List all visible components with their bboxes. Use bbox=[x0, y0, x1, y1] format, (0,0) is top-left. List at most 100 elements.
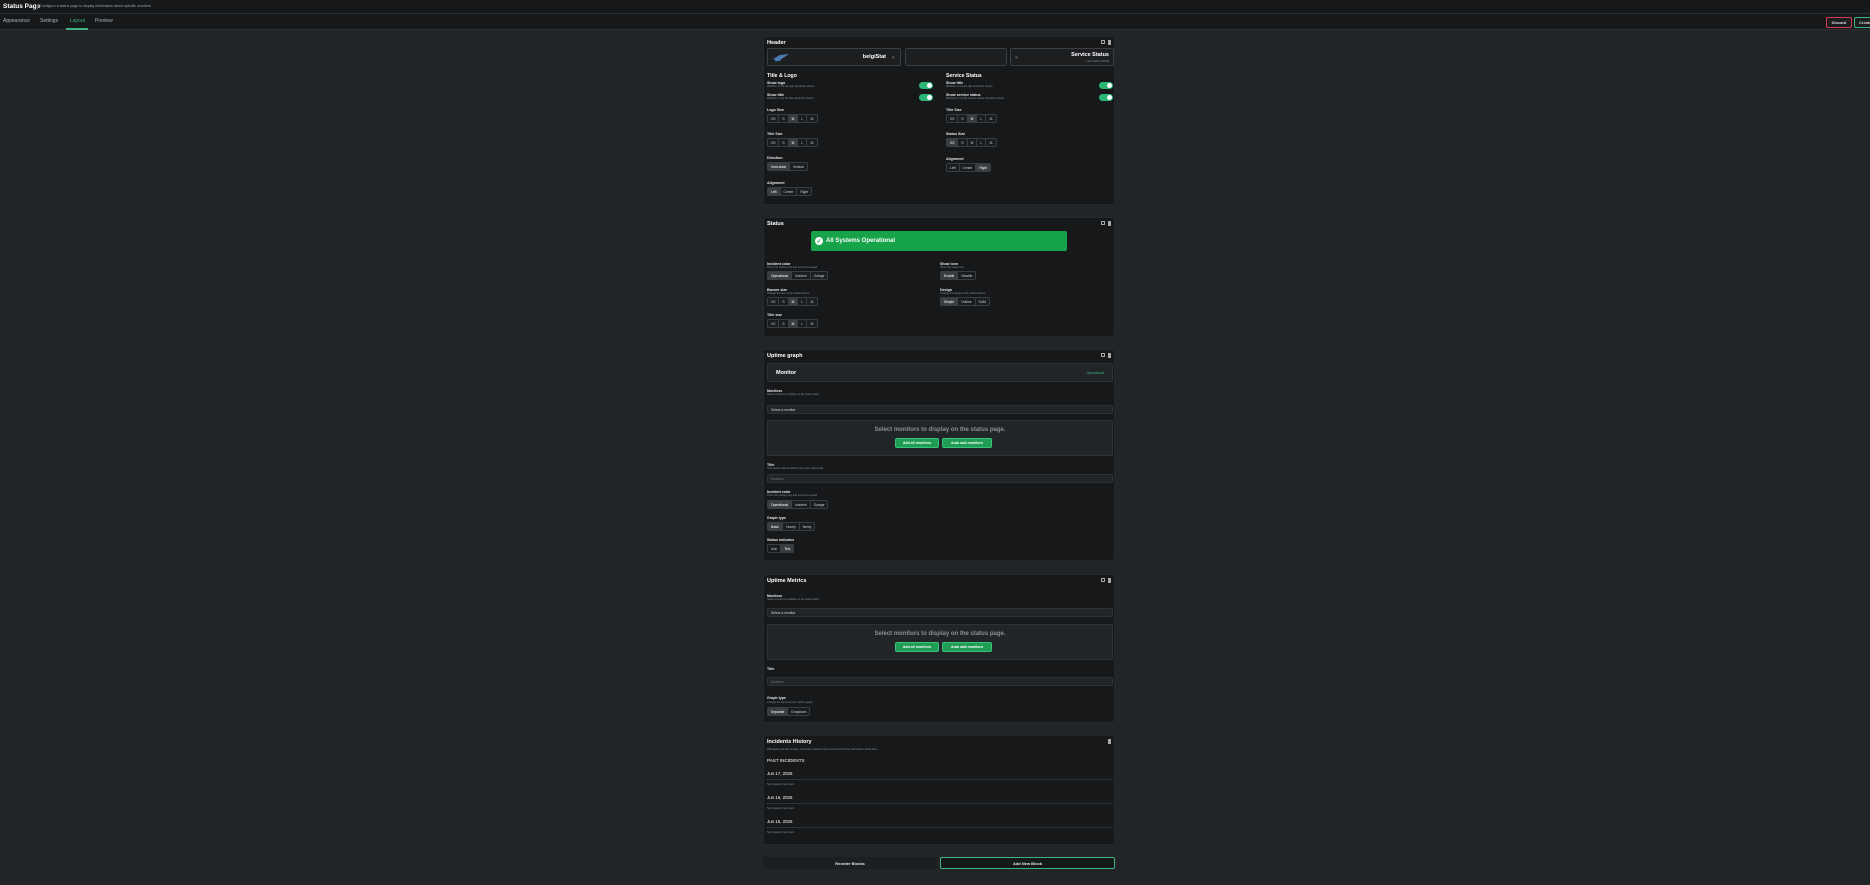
auto-add-monitors-button[interactable]: Auto add monitors bbox=[942, 438, 992, 448]
option-s[interactable]: S bbox=[958, 139, 968, 146]
option-left[interactable]: Left bbox=[947, 164, 960, 171]
option-icon[interactable]: Icon bbox=[768, 545, 782, 552]
option-right[interactable]: Right bbox=[797, 188, 811, 195]
option-dropdown[interactable]: Dropdown bbox=[788, 708, 809, 715]
show-service-status-toggle[interactable] bbox=[1099, 94, 1113, 101]
option-xs[interactable]: XS bbox=[947, 139, 959, 146]
option-m[interactable]: M bbox=[788, 298, 799, 305]
auto-add-monitors-button[interactable]: Auto add monitors bbox=[942, 642, 992, 652]
status-indicator-selector[interactable]: Icon Text bbox=[767, 544, 795, 553]
option-l[interactable]: L bbox=[798, 139, 808, 146]
option-xs[interactable]: XS bbox=[768, 139, 780, 146]
option-operational[interactable]: Operational bbox=[768, 501, 793, 508]
option-xl[interactable]: XL bbox=[807, 115, 817, 122]
title-size-selector[interactable]: XS S M L XL bbox=[767, 319, 819, 328]
monitor-select[interactable]: Select a monitor bbox=[767, 608, 1113, 617]
show-logo-toggle[interactable] bbox=[919, 82, 933, 89]
title-input[interactable]: Monitors bbox=[767, 474, 1113, 483]
discard-button[interactable]: Discard bbox=[1826, 17, 1852, 28]
option-xs[interactable]: XS bbox=[768, 320, 780, 327]
title-size-selector[interactable]: XS S M L XL bbox=[767, 138, 819, 147]
logo-size-selector[interactable]: XS S M L XL bbox=[767, 114, 819, 123]
option-xl[interactable]: XL bbox=[986, 115, 996, 122]
show-title-toggle[interactable] bbox=[919, 94, 933, 101]
alignment-selector[interactable]: Left Center Right bbox=[767, 187, 813, 196]
option-m[interactable]: M bbox=[788, 139, 799, 146]
show-icon-selector[interactable]: Enable Disable bbox=[940, 271, 977, 280]
option-xs[interactable]: XS bbox=[947, 115, 959, 122]
option-right[interactable]: Right bbox=[976, 164, 991, 171]
option-enable[interactable]: Enable bbox=[941, 272, 959, 279]
option-disable[interactable]: Disable bbox=[958, 272, 975, 279]
option-hourly[interactable]: Hourly bbox=[783, 523, 800, 530]
option-m[interactable]: M bbox=[788, 115, 799, 122]
option-m[interactable]: M bbox=[967, 115, 978, 122]
option-nerdy[interactable]: Nerdy bbox=[800, 523, 815, 530]
option-s[interactable]: S bbox=[779, 139, 789, 146]
graph-type-selector[interactable]: Basic Hourly Nerdy bbox=[767, 522, 816, 531]
collapse-icon[interactable] bbox=[1100, 221, 1105, 225]
header-middle-box[interactable] bbox=[905, 48, 1007, 66]
option-xl[interactable]: XL bbox=[807, 298, 817, 305]
title-input[interactable]: Monitors bbox=[767, 677, 1113, 686]
tab-layout[interactable]: Layout bbox=[70, 18, 85, 24]
option-vertical[interactable]: Vertical bbox=[790, 163, 807, 170]
tab-appearance[interactable]: Appearance bbox=[3, 18, 30, 24]
direction-selector[interactable]: Horizontal Vertical bbox=[767, 162, 808, 171]
header-logo-box[interactable]: belgiStat ✎ bbox=[767, 48, 901, 66]
status-size-selector[interactable]: XS S M L XL bbox=[946, 138, 998, 147]
reorder-blocks-button[interactable]: Reorder Blocks bbox=[763, 857, 937, 869]
option-m[interactable]: M bbox=[788, 320, 799, 327]
option-xl[interactable]: XL bbox=[807, 139, 817, 146]
header-service-status-box[interactable]: ✎ Service Status Last check: 0:00:00 bbox=[1010, 48, 1114, 66]
option-l[interactable]: L bbox=[977, 139, 987, 146]
option-s[interactable]: S bbox=[779, 320, 789, 327]
option-incident[interactable]: Incident bbox=[792, 272, 811, 279]
option-outage[interactable]: Outage bbox=[811, 501, 828, 508]
option-l[interactable]: L bbox=[798, 298, 808, 305]
option-center[interactable]: Center bbox=[960, 164, 977, 171]
tab-settings[interactable]: Settings bbox=[40, 18, 58, 24]
design-selector[interactable]: Simple Outline Solid bbox=[940, 297, 990, 306]
option-incident[interactable]: Incident bbox=[792, 501, 811, 508]
incident-color-selector[interactable]: Operational Incident Outage bbox=[767, 271, 829, 280]
edit-icon[interactable]: ✎ bbox=[892, 55, 895, 60]
option-s[interactable]: S bbox=[779, 115, 789, 122]
add-all-monitors-button[interactable]: Add all monitors bbox=[895, 438, 939, 448]
option-text[interactable]: Text bbox=[781, 545, 794, 552]
option-basic[interactable]: Basic bbox=[768, 523, 784, 530]
banner-size-selector[interactable]: XS S M L XL bbox=[767, 297, 819, 306]
option-center[interactable]: Center bbox=[781, 188, 798, 195]
option-left[interactable]: Left bbox=[768, 188, 781, 195]
edit-icon[interactable]: ✎ bbox=[1015, 55, 1018, 60]
option-xl[interactable]: XL bbox=[986, 139, 996, 146]
option-xl[interactable]: XL bbox=[807, 320, 817, 327]
collapse-icon[interactable] bbox=[1100, 353, 1105, 357]
option-s[interactable]: S bbox=[779, 298, 789, 305]
option-l[interactable]: L bbox=[798, 115, 808, 122]
option-outage[interactable]: Outage bbox=[811, 272, 828, 279]
option-xs[interactable]: XS bbox=[768, 298, 780, 305]
option-separate[interactable]: Separate bbox=[768, 708, 789, 715]
collapse-icon[interactable] bbox=[1100, 578, 1105, 582]
option-operational[interactable]: Operational bbox=[768, 272, 793, 279]
trash-icon[interactable] bbox=[1107, 40, 1111, 45]
show-title-toggle[interactable] bbox=[1099, 82, 1113, 89]
add-all-monitors-button[interactable]: Add all monitors bbox=[895, 642, 939, 652]
tab-preview[interactable]: Preview bbox=[95, 18, 113, 24]
create-button[interactable]: Create bbox=[1854, 17, 1870, 28]
trash-icon[interactable] bbox=[1107, 353, 1111, 358]
collapse-icon[interactable] bbox=[1100, 40, 1105, 44]
option-l[interactable]: L bbox=[798, 320, 808, 327]
incident-color-selector[interactable]: Operational Incident Outage bbox=[767, 500, 829, 509]
option-solid[interactable]: Solid bbox=[976, 298, 989, 305]
option-simple[interactable]: Simple bbox=[941, 298, 959, 305]
add-new-block-button[interactable]: Add New Block bbox=[940, 857, 1115, 869]
graph-type-selector[interactable]: Separate Dropdown bbox=[767, 707, 811, 716]
option-outline[interactable]: Outline bbox=[958, 298, 976, 305]
option-horizontal[interactable]: Horizontal bbox=[768, 163, 790, 170]
option-xs[interactable]: XS bbox=[768, 115, 780, 122]
option-m[interactable]: M bbox=[968, 139, 978, 146]
ss-title-size-selector[interactable]: XS S M L XL bbox=[946, 114, 998, 123]
option-l[interactable]: L bbox=[977, 115, 987, 122]
